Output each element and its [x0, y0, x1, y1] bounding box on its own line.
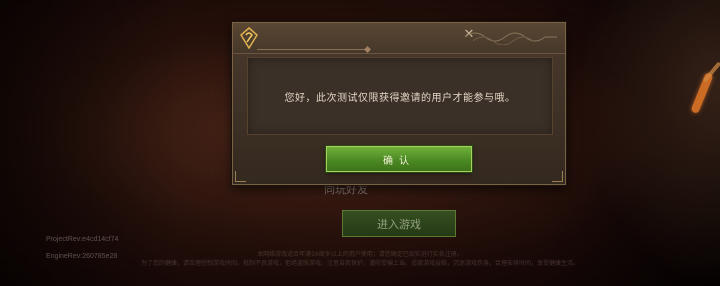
confirm-button[interactable]: 确认	[326, 146, 472, 172]
message-panel: 您好，此次测试仅限获得邀请的用户才能参与哦。	[247, 57, 553, 135]
corner-ornament	[235, 171, 246, 182]
corner-ornament	[552, 171, 563, 182]
ornament-icon	[464, 32, 557, 45]
invite-only-dialog: ✕ 您好，此次测试仅限获得邀请的用户才能参与哦。 确认	[232, 22, 566, 185]
header-divider-gem	[363, 45, 372, 54]
header-divider	[257, 49, 367, 50]
dialog-message: 您好，此次测试仅限获得邀请的用户才能参与哦。	[284, 92, 516, 104]
rune-emblem-icon	[240, 27, 258, 49]
dialog-header: ✕	[233, 23, 565, 54]
